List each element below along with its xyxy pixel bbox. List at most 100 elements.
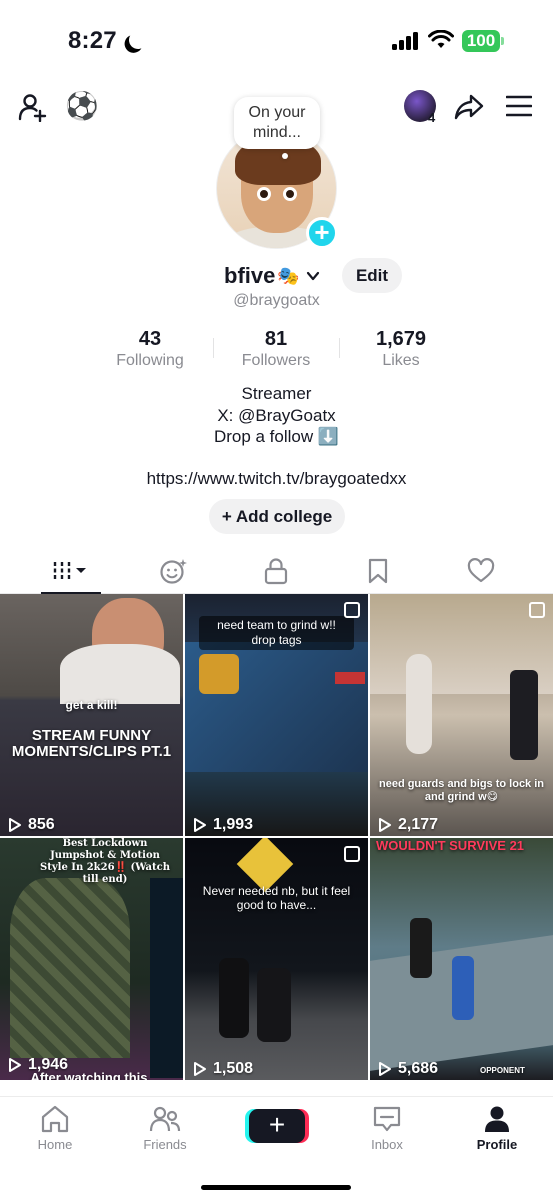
menu-icon[interactable] [505, 94, 533, 118]
username-text: @braygoatx [233, 292, 320, 309]
home-icon [41, 1105, 69, 1133]
video-thumbnail[interactable]: need guards and bigs to lock in and grin… [370, 594, 553, 836]
profile-stats: 43 Following 81 Followers 1,679 Likes [0, 328, 553, 374]
video-thumbnail[interactable]: WOULDN'T SURVIVE 21 OPPONENT 5,686 [370, 838, 553, 1080]
stat-divider [213, 338, 214, 358]
video-caption: Best Lockdown Jumpshot & Motion Style In… [40, 838, 171, 885]
video-caption: need team to grind w!! drop tags [199, 616, 354, 650]
stat-followers[interactable]: 81 Followers [221, 328, 331, 370]
video-thumbnail[interactable]: need team to grind w!! drop tags 1,993 [185, 594, 368, 836]
tab-liked[interactable] [446, 548, 516, 594]
view-count: 1,508 [193, 1060, 253, 1078]
view-count-value: 2,177 [398, 816, 439, 833]
stat-value: 81 [264, 328, 288, 350]
create-button[interactable]: + [249, 1109, 305, 1143]
play-icon [194, 1062, 206, 1076]
friends-icon [149, 1106, 181, 1132]
view-count: 856 [8, 816, 55, 834]
share-icon[interactable] [452, 90, 486, 124]
bio-link[interactable]: https://www.twitch.tv/braygoatedxx [0, 469, 553, 489]
profile-tabs [0, 548, 553, 594]
video-caption: STREAM FUNNY MOMENTS/CLIPS PT.1 [11, 727, 172, 760]
view-count-value: 856 [28, 816, 55, 833]
display-name: bfive [224, 263, 276, 288]
note-bubble[interactable]: On your mind... [234, 97, 320, 159]
stat-following[interactable]: 43 Following [95, 328, 205, 370]
add-avatar-plus-icon[interactable]: + [306, 217, 338, 249]
notification-count: 4 [428, 110, 436, 125]
stat-value: 1,679 [375, 328, 427, 350]
stat-divider [339, 338, 340, 358]
view-count: 1,993 [193, 816, 253, 834]
bookmark-icon [368, 558, 388, 584]
play-icon [379, 1062, 391, 1076]
multi-photo-icon [344, 602, 360, 618]
video-caption: need guards and bigs to lock in and grin… [378, 778, 545, 803]
video-caption: Never needed nb, but it feel good to hav… [202, 884, 351, 912]
nav-profile[interactable]: Profile [457, 1105, 537, 1152]
battery-indicator: 100 [462, 30, 504, 52]
nav-label: Home [37, 1137, 73, 1152]
wifi-icon [428, 30, 454, 48]
nav-friends[interactable]: Friends [125, 1105, 205, 1152]
profile-icon [485, 1106, 509, 1132]
status-time: 8:27 [68, 27, 117, 54]
view-count: 2,177 [378, 816, 438, 834]
view-count: 1,946 [8, 1056, 68, 1074]
videos-grid-icon [53, 562, 86, 580]
chevron-down-icon [306, 271, 319, 281]
play-icon [379, 818, 391, 832]
cellular-signal-icon [392, 32, 422, 50]
edit-profile-button[interactable]: Edit [342, 258, 402, 293]
nav-inbox[interactable]: Inbox [347, 1105, 427, 1152]
multi-photo-icon [529, 602, 545, 618]
play-icon [9, 1058, 21, 1072]
stat-value: 43 [138, 328, 162, 350]
video-thumbnail[interactable]: Best Lockdown Jumpshot & Motion Style In… [0, 838, 183, 1080]
bio: Streamer X: @BrayGoatx Drop a follow ⬇️ [0, 383, 553, 448]
add-friend-icon[interactable] [16, 90, 50, 124]
bio-line: X: @BrayGoatx [217, 405, 336, 425]
nav-label: Inbox [371, 1137, 403, 1152]
nav-label: Friends [143, 1137, 187, 1152]
tab-videos[interactable] [36, 548, 106, 594]
video-caption: WOULDN'T SURVIVE 21 [376, 838, 525, 853]
home-indicator [201, 1185, 351, 1190]
stat-label: Following [116, 352, 184, 369]
tab-private[interactable] [241, 548, 311, 594]
status-bar: 8:27 100 [0, 0, 553, 80]
play-icon [194, 818, 206, 832]
play-icon [9, 818, 21, 832]
soccer-ball-icon[interactable]: ⚽ [65, 90, 99, 122]
tab-favorites[interactable] [343, 548, 413, 594]
nav-label: Profile [476, 1137, 518, 1152]
display-name-row[interactable]: bfive 🎭 [224, 258, 320, 294]
view-count-value: 1,508 [213, 1060, 254, 1077]
bottom-navigation: Home Friends + Inbox Profile [0, 1096, 553, 1200]
video-overlay-text: get a kill! [65, 698, 118, 712]
stat-label: Likes [382, 352, 420, 369]
stat-likes[interactable]: 1,679 Likes [346, 328, 456, 370]
bio-line: Streamer [241, 384, 312, 403]
add-college-button[interactable]: + Add college [209, 499, 345, 534]
video-thumbnail[interactable]: Never needed nb, but it feel good to hav… [185, 838, 368, 1080]
heart-icon [467, 558, 495, 583]
username: @braygoatx [0, 292, 553, 310]
name-emoji: 🎭 [277, 265, 300, 286]
bio-line: Drop a follow ⬇️ [213, 427, 340, 446]
stat-label: Followers [241, 352, 311, 369]
inbox-icon [373, 1106, 401, 1132]
tab-reposts[interactable] [139, 548, 209, 594]
view-count: 5,686 [378, 1060, 438, 1078]
repost-face-icon [160, 559, 187, 584]
view-count-value: 1,946 [28, 1056, 69, 1073]
nav-home[interactable]: Home [15, 1105, 95, 1152]
multi-photo-icon [344, 846, 360, 862]
video-thumbnail[interactable]: get a kill! STREAM FUNNY MOMENTS/CLIPS P… [0, 594, 183, 836]
video-overlay-text: OPPONENT [480, 1066, 525, 1075]
lock-icon [264, 558, 288, 585]
view-count-value: 5,686 [398, 1060, 439, 1077]
create-icon: + [268, 1109, 286, 1140]
focus-moon-icon [128, 30, 149, 51]
view-count-value: 1,993 [213, 816, 254, 833]
